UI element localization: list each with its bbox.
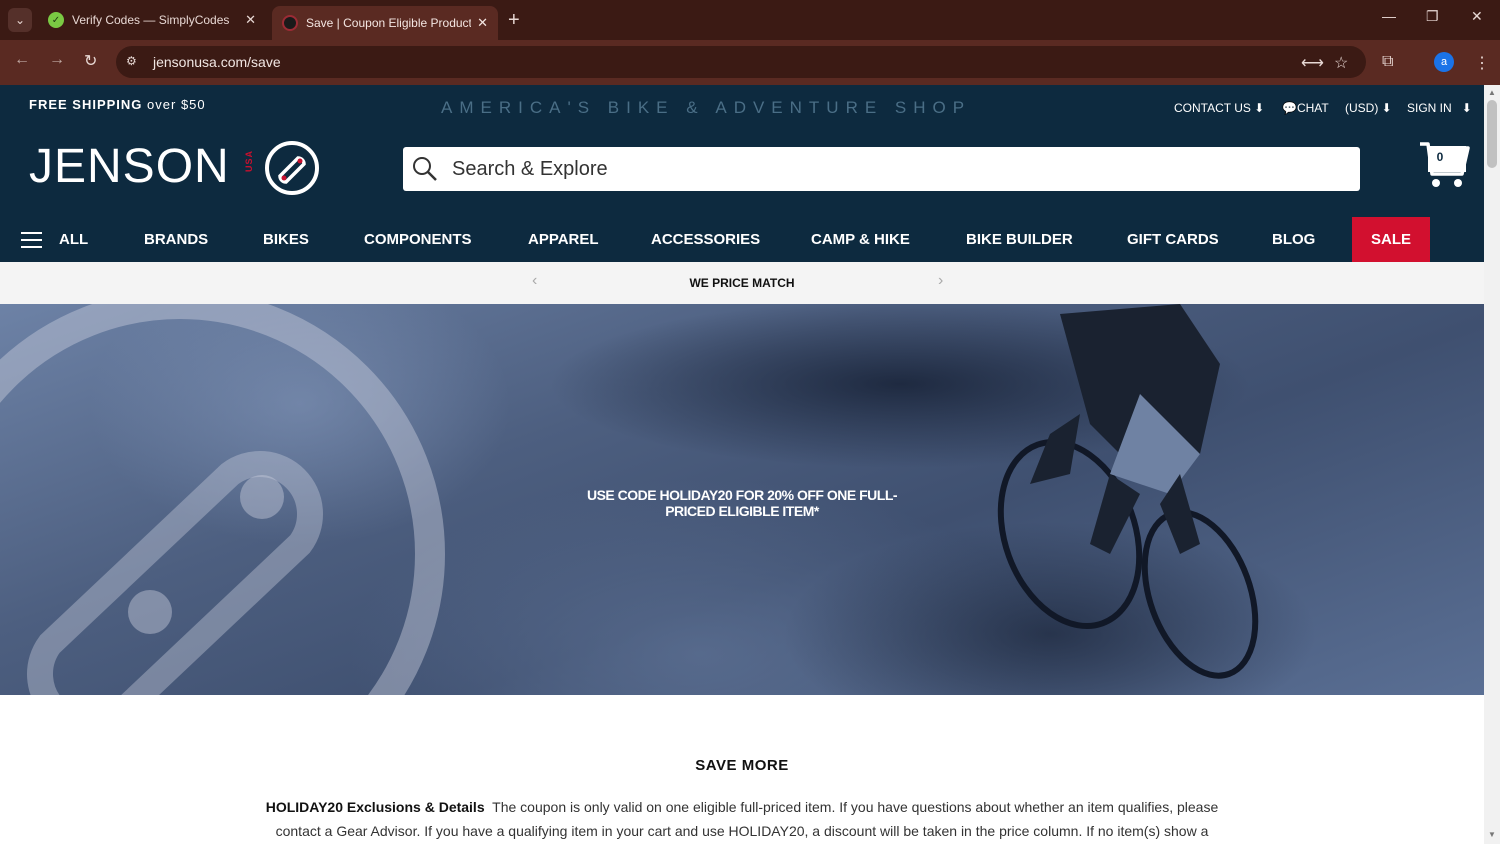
logo-usa-text: USA (244, 150, 254, 173)
forward-icon[interactable]: → (49, 51, 65, 69)
close-tab-icon[interactable]: ✕ (245, 12, 256, 28)
minimize-icon[interactable]: — (1382, 8, 1396, 24)
cart-count: 0 (1436, 150, 1444, 164)
free-shipping-threshold: over $50 (147, 97, 206, 112)
close-window-icon[interactable]: ✕ (1471, 8, 1483, 25)
scrollbar-thumb[interactable] (1487, 100, 1497, 168)
sign-in-label: SIGN IN (1407, 101, 1452, 115)
tab-simplycodes[interactable]: ✓ Verify Codes — SimplyCodes ✕ (38, 6, 266, 34)
jenson-logo-mark-icon[interactable] (264, 140, 320, 196)
chat-bubble-icon: 💬 (1282, 101, 1297, 115)
restore-icon[interactable]: ❐ (1426, 8, 1439, 25)
tab-jenson-save[interactable]: Save | Coupon Eligible Products ✕ (272, 6, 498, 40)
address-bar[interactable] (116, 46, 1366, 78)
site-info-icon[interactable]: ⚙ (126, 54, 137, 68)
profile-avatar[interactable]: a (1434, 52, 1454, 72)
chevron-down-icon: ⬇ (1461, 101, 1472, 115)
nav-apparel[interactable]: APPAREL (528, 217, 599, 262)
scroll-down-icon[interactable]: ▼ (1488, 830, 1496, 839)
nav-camp-hike[interactable]: CAMP & HIKE (811, 217, 910, 262)
details-title: HOLIDAY20 Exclusions & Details (265, 799, 485, 815)
hamburger-menu-icon[interactable] (21, 232, 42, 248)
scroll-up-icon[interactable]: ▲ (1488, 88, 1496, 97)
chat-link[interactable]: 💬CHAT (1282, 101, 1329, 115)
tab-title: Verify Codes — SimplyCodes (72, 13, 230, 27)
close-tab-icon[interactable]: ✕ (477, 15, 488, 31)
url-text[interactable]: jensonusa.com/save (153, 54, 281, 70)
extensions-icon[interactable]: ⧉ (1382, 53, 1393, 71)
chat-label: CHAT (1296, 101, 1329, 115)
nav-blog[interactable]: BLOG (1272, 217, 1315, 262)
translate-icon[interactable]: ⟷ (1301, 53, 1324, 73)
chevron-down-icon: ⬇ (1254, 101, 1265, 115)
nav-brands[interactable]: BRANDS (144, 217, 208, 262)
mountain-biker-image (997, 304, 1259, 679)
reload-icon[interactable]: ↻ (84, 51, 97, 71)
chevron-down-icon: ⬇ (1381, 101, 1392, 115)
free-shipping-banner[interactable]: FREE SHIPPING over $50 (29, 97, 206, 112)
browser-menu-icon[interactable]: ⋮ (1474, 53, 1490, 73)
free-shipping-label: FREE SHIPPING (29, 97, 143, 112)
promo-text[interactable]: WE PRICE MATCH (0, 276, 1484, 290)
nav-all[interactable]: ALL (59, 217, 88, 262)
chevron-right-icon[interactable]: › (938, 272, 943, 290)
nav-bike-builder[interactable]: BIKE BUILDER (966, 217, 1073, 262)
page-scrollbar[interactable] (1484, 85, 1500, 844)
simplycodes-favicon-icon: ✓ (48, 12, 64, 28)
sign-in-link[interactable]: SIGN IN ⬇ (1407, 101, 1472, 115)
cart-icon[interactable] (1418, 140, 1470, 190)
search-input[interactable] (452, 149, 1342, 189)
back-icon[interactable]: ← (14, 51, 30, 69)
tagline: AMERICA'S BIKE & ADVENTURE SHOP (441, 98, 972, 117)
jenson-favicon-icon (282, 15, 298, 31)
search-icon[interactable] (412, 156, 438, 182)
bookmark-star-icon[interactable]: ☆ (1334, 53, 1348, 73)
nav-sale[interactable]: SALE (1352, 217, 1431, 262)
new-tab-icon[interactable]: + (508, 8, 520, 32)
nav-bikes[interactable]: BIKES (263, 217, 309, 262)
hero-coupon-text: USE CODE HOLIDAY20 FOR 20% OFF ONE FULL-… (586, 487, 898, 519)
nav-accessories[interactable]: ACCESSORIES (651, 217, 760, 262)
tab-title: Save | Coupon Eligible Products (306, 16, 472, 30)
currency-label: (USD) (1345, 101, 1379, 115)
currency-selector[interactable]: (USD) ⬇ (1345, 101, 1392, 115)
hero-logo-watermark-icon (0, 304, 445, 695)
holiday20-details: HOLIDAY20 Exclusions & Details The coupo… (262, 795, 1222, 843)
nav-components[interactable]: COMPONENTS (364, 217, 472, 262)
save-more-heading: SAVE MORE (695, 757, 789, 774)
jenson-logo[interactable]: JENSON (29, 140, 230, 194)
contact-us-link[interactable]: CONTACT US ⬇ (1174, 101, 1264, 115)
contact-us-label: CONTACT US (1174, 101, 1251, 115)
tab-search-button[interactable]: ⌄ (8, 8, 32, 32)
nav-gift-cards[interactable]: GIFT CARDS (1127, 217, 1219, 262)
